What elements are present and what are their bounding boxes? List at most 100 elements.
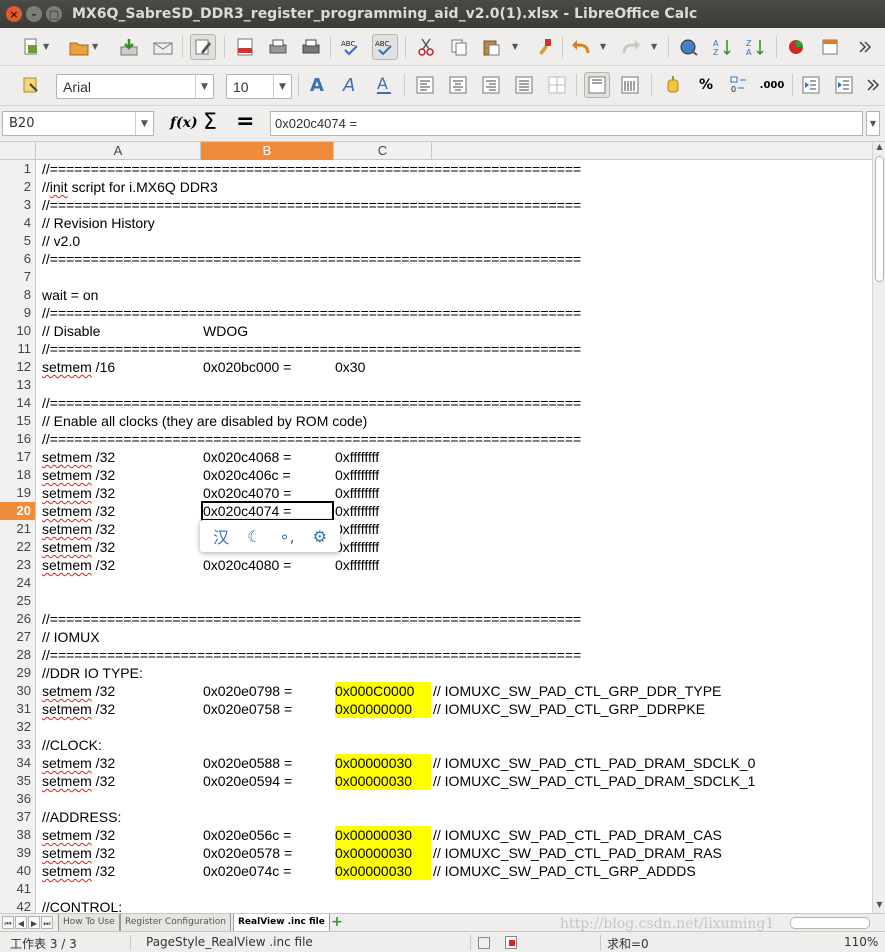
cell-c[interactable]: 0xffffffff — [335, 538, 379, 556]
sum-icon[interactable]: Σ — [203, 110, 217, 135]
cell-a[interactable]: wait = on — [42, 286, 98, 304]
cell-c[interactable]: 0xffffffff — [335, 502, 379, 520]
close-window-button[interactable]: × — [6, 6, 22, 22]
cell-c[interactable]: 0x00000030 — [335, 826, 431, 844]
row-header[interactable]: 25 — [0, 592, 35, 610]
row-header[interactable]: 1 — [0, 160, 35, 178]
row-header[interactable]: 28 — [0, 646, 35, 664]
sheet-tab-register-configuration[interactable]: Register Configuration — [120, 914, 231, 931]
paste-icon[interactable] — [478, 34, 504, 60]
justify-icon[interactable] — [511, 72, 537, 98]
half-width-icon[interactable]: ☾ — [247, 527, 261, 546]
sort-descending-icon[interactable]: ZA — [743, 34, 769, 60]
add-decimal-button[interactable]: .000 — [759, 72, 785, 98]
more-options-icon[interactable] — [860, 72, 885, 98]
scroll-down-icon[interactable]: ▼ — [873, 900, 885, 912]
cell-b[interactable]: 0x020e0798 = — [203, 682, 292, 700]
cell-a[interactable]: //======================================… — [42, 250, 581, 268]
cell-c[interactable]: 0x00000030 — [335, 862, 431, 880]
cell-a[interactable]: setmem /32 — [42, 772, 115, 790]
cell-a[interactable]: // Revision History — [42, 214, 155, 232]
cell-a[interactable]: setmem /32 — [42, 844, 115, 862]
cell-a[interactable]: //ADDRESS: — [42, 808, 121, 826]
row-header[interactable]: 10 — [0, 322, 35, 340]
row-header[interactable]: 38 — [0, 826, 35, 844]
row-header[interactable]: 26 — [0, 610, 35, 628]
cell-a[interactable]: // Disable — [42, 322, 100, 340]
row-header[interactable]: 4 — [0, 214, 35, 232]
add-sheet-icon[interactable]: + — [328, 915, 346, 930]
bold-icon[interactable]: A — [306, 72, 332, 98]
redo-icon[interactable] — [618, 34, 644, 60]
sheet-tab-how-to-use[interactable]: How To Use — [58, 914, 120, 931]
row-header[interactable]: 33 — [0, 736, 35, 754]
align-bottom-icon[interactable] — [617, 72, 643, 98]
cell-b[interactable]: 0x020c4080 = — [203, 556, 291, 574]
cell-a[interactable]: //======================================… — [42, 340, 581, 358]
chevron-down-icon[interactable]: ▼ — [512, 42, 518, 51]
cell-c[interactable]: 0xffffffff — [335, 484, 379, 502]
align-center-icon[interactable] — [445, 72, 471, 98]
cell-a[interactable]: setmem /32 — [42, 682, 115, 700]
cell-c[interactable]: 0x00000030 — [335, 772, 431, 790]
spellcheck-icon[interactable]: ABC — [338, 34, 364, 60]
row-header[interactable]: 7 — [0, 268, 35, 286]
cell-c[interactable]: 0x00000030 — [335, 844, 431, 862]
row-header[interactable]: 22 — [0, 538, 35, 556]
cell-a[interactable]: //======================================… — [42, 160, 581, 178]
cell-a[interactable]: // IOMUX — [42, 628, 100, 646]
new-document-icon[interactable] — [18, 34, 44, 60]
copy-icon[interactable] — [446, 34, 472, 60]
row-header[interactable]: 11 — [0, 340, 35, 358]
chevron-down-icon[interactable]: ▼ — [43, 42, 49, 51]
chinese-input-icon[interactable]: 汉 — [213, 524, 229, 548]
zoom-level[interactable]: 110% — [844, 935, 878, 949]
page-style[interactable]: PageStyle_RealView .inc file — [146, 935, 313, 949]
row-header[interactable]: 18 — [0, 466, 35, 484]
cell-c[interactable]: 0x00000000 — [335, 700, 431, 718]
cell-c[interactable]: 0xffffffff — [335, 448, 379, 466]
cell-c[interactable]: 0x000C0000 — [335, 682, 431, 700]
row-header[interactable]: 40 — [0, 862, 35, 880]
align-left-icon[interactable] — [412, 72, 438, 98]
cell-c[interactable]: 0xffffffff — [335, 556, 379, 574]
row-header[interactable]: 41 — [0, 880, 35, 898]
insert-chart-icon[interactable] — [784, 34, 810, 60]
sheet-tab-realview-inc-file[interactable]: RealView .inc file — [233, 914, 330, 931]
cell-c[interactable]: 0xffffffff — [335, 466, 379, 484]
row-header[interactable]: 24 — [0, 574, 35, 592]
row-header[interactable]: 30 — [0, 682, 35, 700]
cell-b[interactable]: 0x020e074c = — [203, 862, 291, 880]
font-size-select[interactable]: 10 ▼ — [226, 74, 292, 99]
clone-formatting-icon[interactable] — [532, 34, 558, 60]
cell-a[interactable]: setmem /32 — [42, 700, 115, 718]
cell-a[interactable]: //init script for i.MX6Q DDR3 — [42, 178, 218, 196]
first-sheet-icon[interactable]: ⏮ — [2, 916, 14, 929]
edit-mode-icon[interactable] — [190, 34, 216, 60]
cell-b[interactable]: 0x020e0758 = — [203, 700, 292, 718]
scrollbar-thumb[interactable] — [875, 156, 884, 282]
cell-a[interactable]: //DDR IO TYPE: — [42, 664, 143, 682]
name-box[interactable]: B20 ▼ — [2, 111, 154, 136]
row-header[interactable]: 19 — [0, 484, 35, 502]
hyperlink-icon[interactable] — [676, 34, 702, 60]
cell-d[interactable]: // IOMUXC_SW_PAD_CTL_PAD_DRAM_SDCLK_1 — [433, 772, 755, 790]
row-header[interactable]: 39 — [0, 844, 35, 862]
row-header[interactable]: 15 — [0, 412, 35, 430]
row-header[interactable]: 2 — [0, 178, 35, 196]
cell-a[interactable]: // v2.0 — [42, 232, 80, 250]
align-top-icon[interactable] — [584, 72, 610, 98]
cell-c[interactable]: 0x30 — [335, 358, 365, 376]
row-header[interactable]: 13 — [0, 376, 35, 394]
column-header-a[interactable]: A — [36, 142, 201, 160]
undo-icon[interactable] — [568, 34, 594, 60]
next-sheet-icon[interactable]: ▶ — [28, 916, 40, 929]
row-header[interactable]: 37 — [0, 808, 35, 826]
insert-mode-icon[interactable] — [478, 937, 490, 949]
cell-b[interactable]: 0x020c406c = — [203, 466, 291, 484]
cell-a[interactable]: setmem /32 — [42, 520, 115, 538]
formula-input[interactable]: 0x020c4074 = — [270, 111, 863, 136]
row-header[interactable]: 35 — [0, 772, 35, 790]
expand-formula-bar-icon[interactable]: ▼ — [866, 111, 880, 136]
cell-a[interactable]: // Enable all clocks (they are disabled … — [42, 412, 367, 430]
